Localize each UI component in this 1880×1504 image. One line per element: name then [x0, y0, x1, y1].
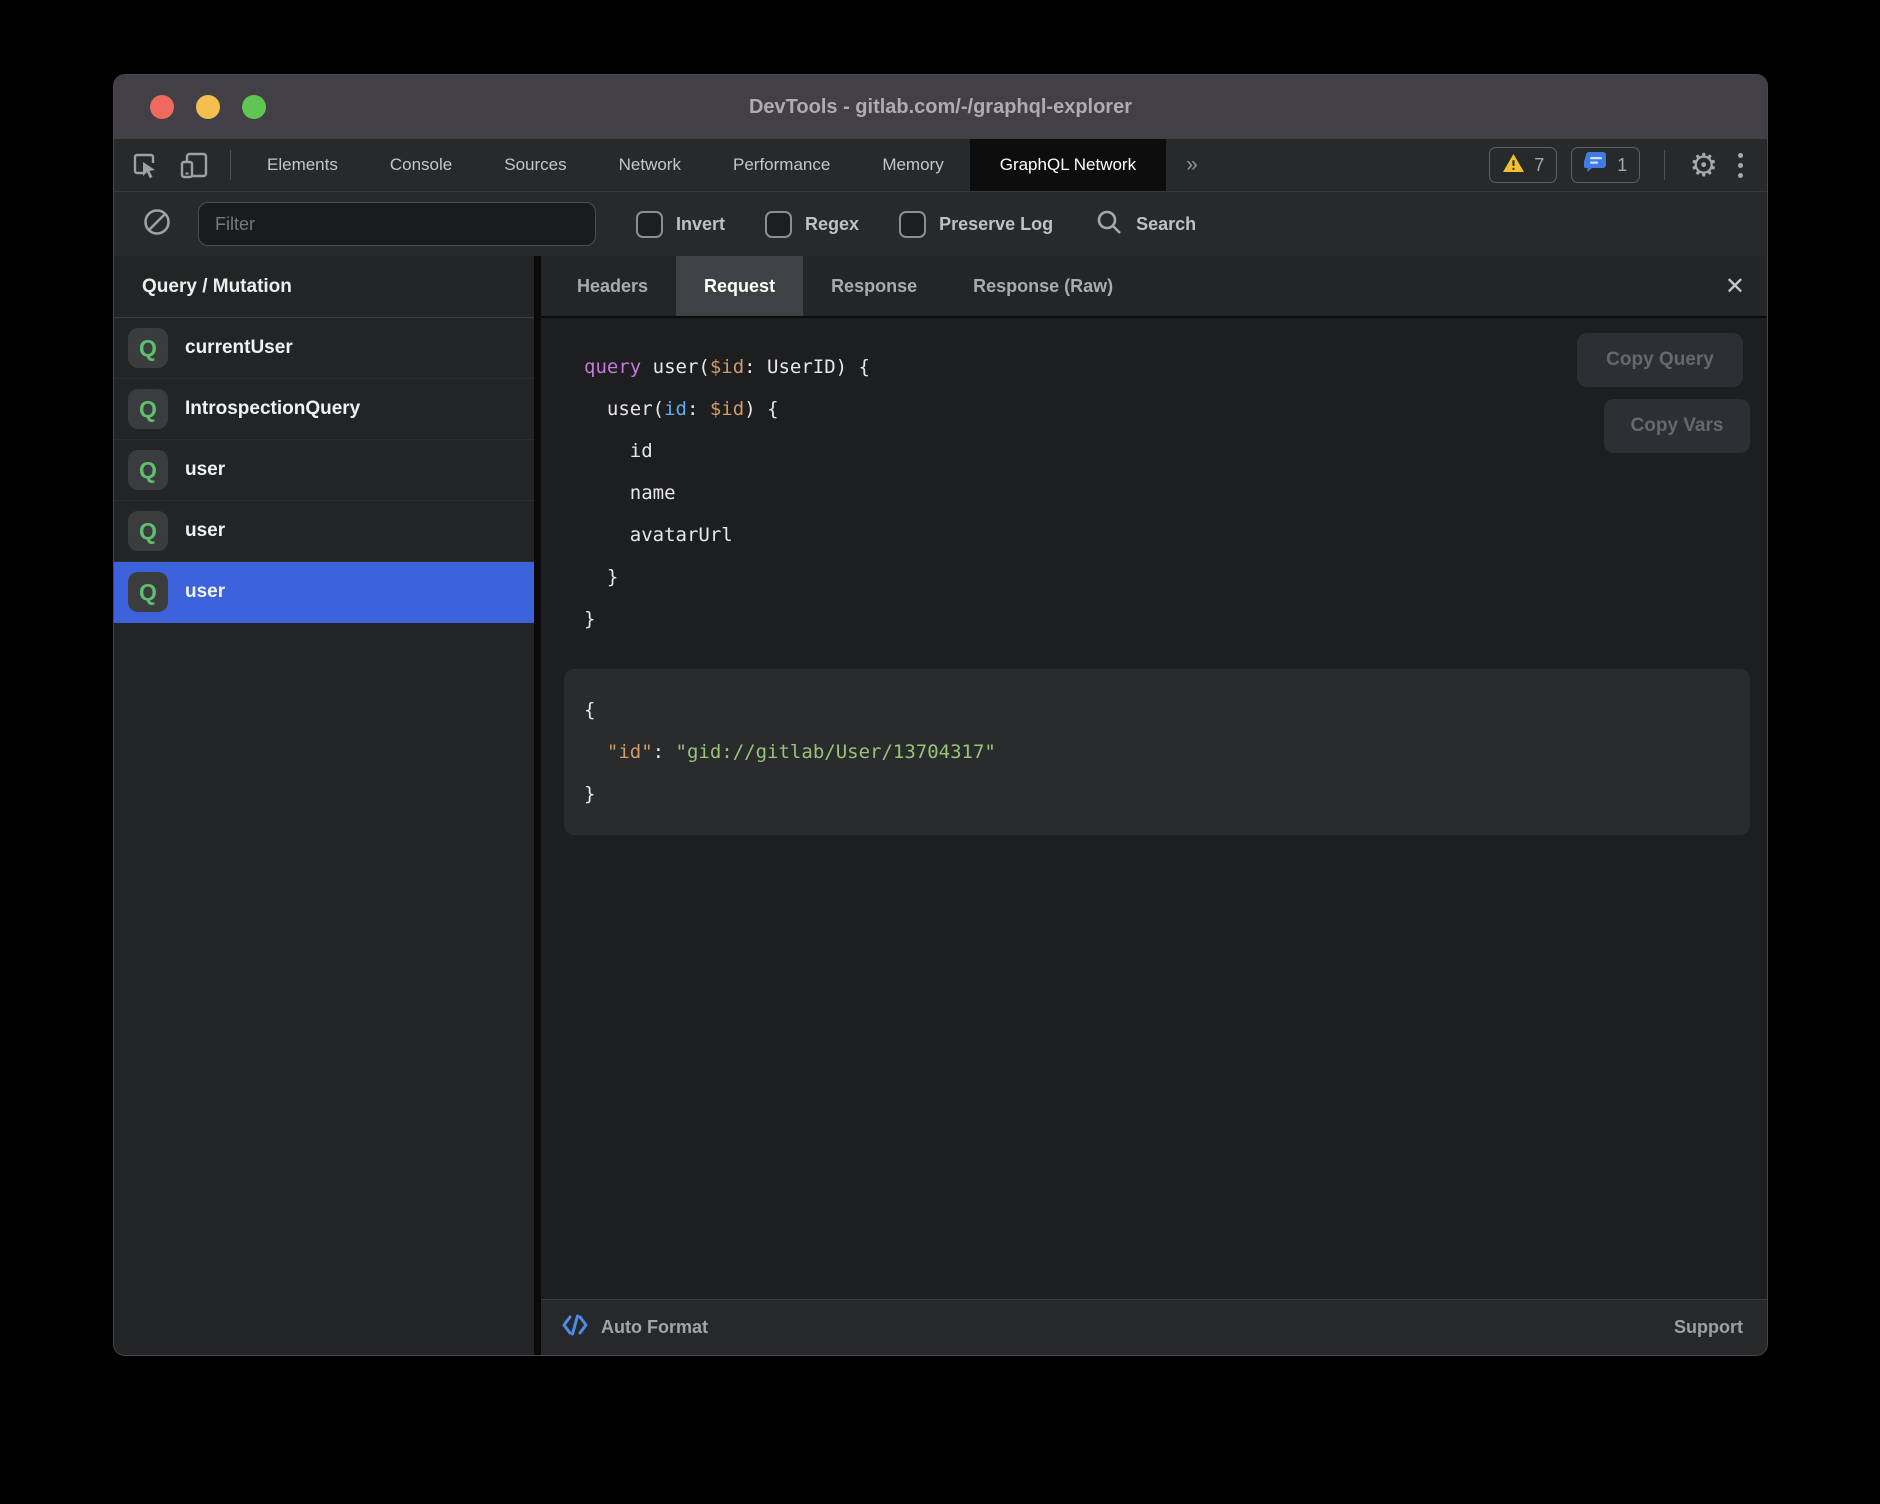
copy-query-button[interactable]: Copy Query — [1577, 333, 1743, 387]
search-icon — [1095, 208, 1123, 241]
issues-count: 1 — [1617, 155, 1627, 176]
tab-headers[interactable]: Headers — [549, 256, 676, 316]
tab-elements[interactable]: Elements — [241, 139, 364, 191]
filter-input[interactable] — [198, 202, 596, 246]
query-list-item[interactable]: Q currentUser — [114, 318, 534, 379]
query-list-item-selected[interactable]: Q user — [114, 562, 534, 623]
more-options-icon[interactable] — [1732, 153, 1749, 178]
main-split: Query / Mutation Q currentUser Q Introsp… — [114, 256, 1767, 1355]
query-name: currentUser — [185, 337, 293, 359]
query-list-item[interactable]: Q IntrospectionQuery — [114, 379, 534, 440]
devtools-toolbar: Elements Console Sources Network Perform… — [114, 139, 1767, 191]
query-type-badge: Q — [128, 572, 168, 612]
sidebar-header: Query / Mutation — [114, 256, 534, 318]
query-variables-box: { "id": "gid://gitlab/User/13704317"} — [564, 669, 1750, 835]
search-label: Search — [1136, 214, 1196, 235]
code-brackets-icon — [561, 1313, 589, 1342]
device-toolbar-icon[interactable] — [178, 150, 210, 180]
query-variables-code: { "id": "gid://gitlab/User/13704317"} — [584, 689, 1750, 815]
query-list-item[interactable]: Q user — [114, 501, 534, 562]
detail-tab-strip: Headers Request Response Response (Raw) … — [541, 256, 1767, 318]
graphql-query-code: query user($id: UserID) { user(id: $id) … — [584, 346, 1767, 640]
tab-request[interactable]: Request — [676, 256, 803, 316]
tab-performance[interactable]: Performance — [707, 139, 856, 191]
query-name: user — [185, 581, 225, 603]
query-type-badge: Q — [128, 328, 168, 368]
tab-memory[interactable]: Memory — [856, 139, 969, 191]
tab-graphql-network[interactable]: GraphQL Network — [970, 139, 1166, 191]
query-name: user — [185, 459, 225, 481]
invert-checkbox[interactable] — [636, 211, 663, 238]
preserve-log-label: Preserve Log — [939, 214, 1053, 235]
inspect-element-icon[interactable] — [130, 150, 160, 180]
copy-vars-button[interactable]: Copy Vars — [1604, 399, 1750, 453]
query-type-badge: Q — [128, 450, 168, 490]
request-body: Copy Query Copy Vars query user($id: Use… — [541, 318, 1767, 1299]
auto-format-label: Auto Format — [601, 1317, 708, 1338]
detail-footer: Auto Format Support — [541, 1299, 1767, 1355]
support-link[interactable]: Support — [1674, 1317, 1743, 1338]
settings-gear-icon[interactable]: ⚙ — [1689, 149, 1718, 181]
devtools-window: DevTools - gitlab.com/-/graphql-explorer — [113, 74, 1768, 1356]
tab-sources[interactable]: Sources — [478, 139, 592, 191]
regex-label: Regex — [805, 214, 859, 235]
toolbar-right-separator — [1664, 150, 1665, 180]
invert-label: Invert — [676, 214, 725, 235]
query-name: IntrospectionQuery — [185, 398, 360, 420]
title-bar: DevTools - gitlab.com/-/graphql-explorer — [114, 75, 1767, 139]
message-icon — [1584, 152, 1608, 179]
auto-format-button[interactable]: Auto Format — [561, 1313, 708, 1342]
query-sidebar: Query / Mutation Q currentUser Q Introsp… — [114, 256, 534, 1355]
regex-checkbox-group[interactable]: Regex — [765, 211, 859, 238]
search-group[interactable]: Search — [1095, 208, 1196, 241]
tab-network[interactable]: Network — [593, 139, 707, 191]
warnings-badge[interactable]: 7 — [1489, 147, 1557, 183]
toolbar-separator — [230, 150, 231, 180]
invert-checkbox-group[interactable]: Invert — [636, 211, 725, 238]
warning-count: 7 — [1534, 155, 1544, 176]
query-type-badge: Q — [128, 511, 168, 551]
detail-panel: Headers Request Response Response (Raw) … — [541, 256, 1767, 1355]
tab-response[interactable]: Response — [803, 256, 945, 316]
regex-checkbox[interactable] — [765, 211, 792, 238]
query-type-badge: Q — [128, 389, 168, 429]
tab-response-raw[interactable]: Response (Raw) — [945, 256, 1141, 316]
preserve-log-checkbox-group[interactable]: Preserve Log — [899, 211, 1053, 238]
close-detail-icon[interactable]: ✕ — [1725, 256, 1745, 316]
warning-icon — [1502, 153, 1525, 178]
panel-divider[interactable] — [534, 256, 541, 1355]
screen: DevTools - gitlab.com/-/graphql-explorer — [0, 0, 1880, 1504]
issues-badge[interactable]: 1 — [1571, 147, 1640, 183]
block-requests-icon[interactable] — [142, 207, 172, 242]
filter-bar: Invert Regex Preserve Log Search — [114, 191, 1767, 256]
tab-console[interactable]: Console — [364, 139, 478, 191]
query-list-item[interactable]: Q user — [114, 440, 534, 501]
more-tabs-button[interactable]: » — [1166, 139, 1218, 191]
preserve-log-checkbox[interactable] — [899, 211, 926, 238]
query-name: user — [185, 520, 225, 542]
window-title: DevTools - gitlab.com/-/graphql-explorer — [114, 96, 1767, 119]
